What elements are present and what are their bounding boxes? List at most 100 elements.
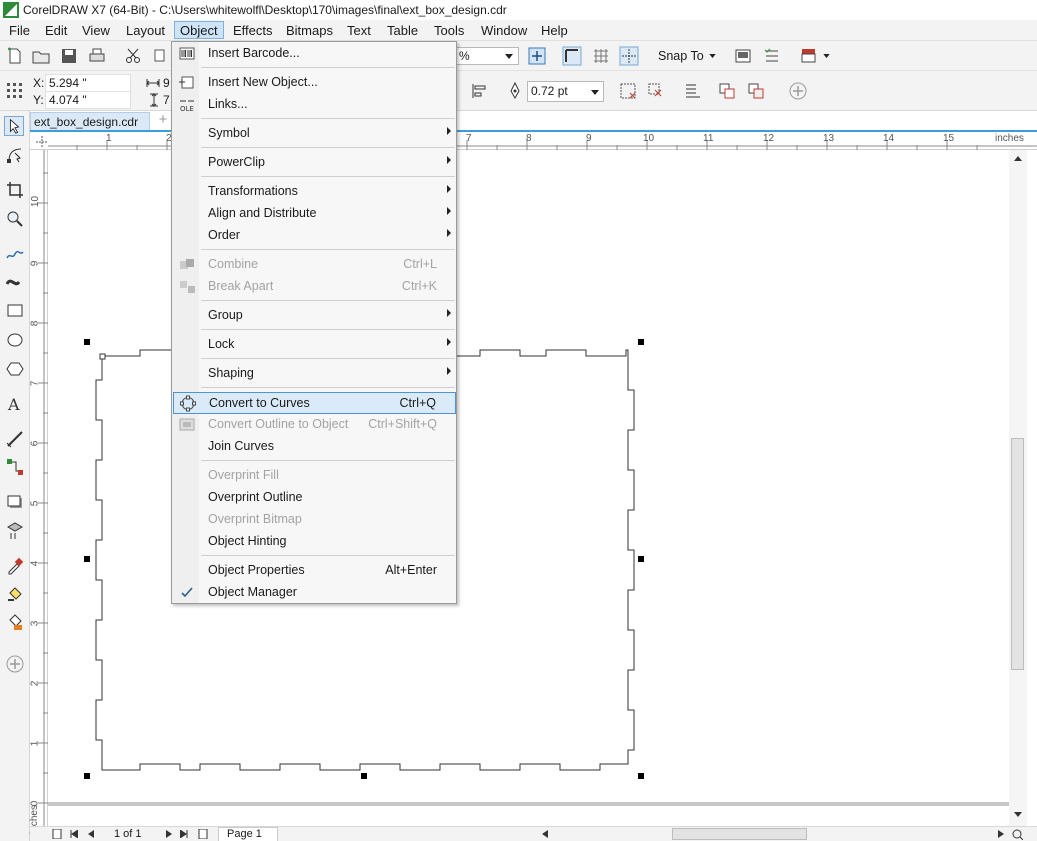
- zoom-fit-icon[interactable]: [527, 46, 547, 66]
- vertical-ruler[interactable]: 10 9 8 7 6 5 4 3 2 1 0 inches: [29, 150, 48, 834]
- polygon-tool-icon[interactable]: [5, 359, 25, 379]
- chevron-down-icon[interactable]: [505, 54, 513, 59]
- horizontal-scroll-thumb[interactable]: [672, 828, 807, 840]
- parallel-dimension-icon[interactable]: [5, 429, 25, 449]
- scroll-left-icon[interactable]: [542, 830, 548, 838]
- document-tab[interactable]: ext_box_design.cdr: [30, 112, 150, 131]
- menu-item-links[interactable]: OLE Links...: [173, 94, 456, 115]
- prev-page-icon[interactable]: [88, 830, 94, 838]
- menu-item-powerclip[interactable]: PowerClip: [173, 152, 456, 173]
- menu-item-combine[interactable]: Combine Ctrl+L: [173, 254, 456, 275]
- ruler-origin-icon[interactable]: [36, 136, 48, 148]
- open-folder-icon[interactable]: [31, 46, 51, 66]
- shape-tool-icon[interactable]: [5, 145, 25, 165]
- menu-item-join-curves[interactable]: Join Curves: [173, 436, 456, 457]
- menu-object[interactable]: Object: [174, 21, 224, 39]
- trim-icon[interactable]: [746, 81, 766, 101]
- menu-item-overprint-fill[interactable]: Overprint Fill: [173, 465, 456, 486]
- grid-toggle-icon[interactable]: [591, 46, 611, 66]
- navigator-icon[interactable]: [1012, 829, 1023, 840]
- menu-item-insert-barcode[interactable]: Insert Barcode...: [173, 43, 456, 64]
- chevron-down-icon[interactable]: [709, 54, 716, 58]
- freehand-tool-icon[interactable]: [5, 244, 25, 264]
- menu-window[interactable]: Window: [476, 22, 532, 40]
- x-position-field[interactable]: 5.294 ": [45, 74, 131, 92]
- add-page-icon[interactable]: [52, 829, 62, 839]
- add-tool-icon[interactable]: [5, 654, 25, 674]
- page-tab[interactable]: Page 1: [218, 827, 278, 841]
- wrap-text-icon[interactable]: [618, 81, 638, 101]
- cut-icon[interactable]: [123, 46, 143, 66]
- weld-icon[interactable]: [717, 81, 737, 101]
- zoom-tool-icon[interactable]: [5, 209, 25, 229]
- scroll-down-icon[interactable]: [1014, 812, 1022, 817]
- menu-edit[interactable]: Edit: [40, 22, 72, 40]
- menu-table[interactable]: Table: [382, 22, 423, 40]
- object-origin-icon[interactable]: [5, 81, 25, 101]
- height-field[interactable]: 7: [163, 93, 170, 107]
- guidelines-toggle-icon[interactable]: [619, 46, 639, 66]
- artistic-media-icon[interactable]: [5, 272, 25, 292]
- menu-item-insert-new-object[interactable]: Insert New Object...: [173, 72, 456, 93]
- chevron-down-icon[interactable]: [591, 90, 599, 95]
- menu-item-break-apart[interactable]: Break Apart Ctrl+K: [173, 276, 456, 297]
- menu-item-object-properties[interactable]: Object Properties Alt+Enter: [173, 560, 456, 581]
- menu-item-convert-to-curves[interactable]: Convert to Curves Ctrl+Q: [173, 392, 456, 414]
- menu-item-align-distribute[interactable]: Align and Distribute: [173, 203, 456, 224]
- pick-tool-icon[interactable]: [4, 116, 24, 136]
- scroll-thumb[interactable]: [1011, 438, 1024, 670]
- print-icon[interactable]: [87, 46, 107, 66]
- align-distribute-icon[interactable]: [470, 81, 490, 101]
- menu-item-symbol[interactable]: Symbol: [173, 123, 456, 144]
- menu-bitmaps[interactable]: Bitmaps: [281, 22, 338, 40]
- launch-app-icon[interactable]: [799, 46, 819, 66]
- add-tab-button[interactable]: +: [154, 112, 172, 130]
- width-field[interactable]: 9: [163, 76, 170, 90]
- menu-item-object-hinting[interactable]: Object Hinting: [173, 531, 456, 552]
- smart-fill-icon[interactable]: [5, 612, 25, 632]
- save-icon[interactable]: [59, 46, 79, 66]
- menu-item-convert-outline[interactable]: Convert Outline to Object Ctrl+Shift+Q: [173, 414, 456, 435]
- add-page-after-icon[interactable]: [198, 829, 208, 839]
- next-page-icon[interactable]: [166, 830, 172, 838]
- connector-tool-icon[interactable]: [5, 457, 25, 477]
- text-tool-icon[interactable]: A: [5, 394, 25, 414]
- menu-item-shaping[interactable]: Shaping: [173, 363, 456, 384]
- scroll-up-icon[interactable]: [1014, 156, 1022, 161]
- menu-text[interactable]: Text: [342, 22, 376, 40]
- new-document-icon[interactable]: [5, 46, 25, 66]
- menu-item-object-manager[interactable]: Object Manager: [173, 582, 456, 603]
- vertical-scrollbar[interactable]: [1009, 150, 1027, 826]
- ellipse-tool-icon[interactable]: [5, 330, 25, 350]
- wrap-paragraph-icon[interactable]: [646, 81, 666, 101]
- menu-tools[interactable]: Tools: [429, 22, 469, 40]
- snap-to-button[interactable]: Snap To: [658, 49, 704, 63]
- menu-item-overprint-bitmap[interactable]: Overprint Bitmap: [173, 509, 456, 530]
- y-position-field[interactable]: 4.074 ": [45, 91, 131, 109]
- menu-file[interactable]: File: [4, 22, 35, 40]
- menu-item-overprint-outline[interactable]: Overprint Outline: [173, 487, 456, 508]
- menu-view[interactable]: View: [77, 22, 115, 40]
- menu-effects[interactable]: Effects: [228, 22, 278, 40]
- eyedropper-icon[interactable]: [5, 556, 25, 576]
- crop-tool-icon[interactable]: [5, 180, 25, 200]
- rectangle-tool-icon[interactable]: [5, 301, 25, 321]
- welcome-screen-icon[interactable]: [733, 46, 753, 66]
- copy-icon[interactable]: [151, 46, 171, 66]
- last-page-icon[interactable]: [180, 830, 188, 838]
- menu-layout[interactable]: Layout: [121, 22, 170, 40]
- add-property-icon[interactable]: [788, 81, 808, 101]
- menu-item-lock[interactable]: Lock: [173, 334, 456, 355]
- first-page-icon[interactable]: [70, 830, 78, 838]
- options-icon[interactable]: [762, 46, 782, 66]
- to-front-icon[interactable]: [683, 81, 703, 101]
- scroll-right-icon[interactable]: [998, 830, 1004, 838]
- transparency-tool-icon[interactable]: [5, 521, 25, 541]
- chevron-down-icon[interactable]: [823, 54, 830, 58]
- menu-help[interactable]: Help: [536, 22, 573, 40]
- menu-item-order[interactable]: Order: [173, 225, 456, 246]
- menu-item-transformations[interactable]: Transformations: [173, 181, 456, 202]
- interactive-fill-icon[interactable]: [5, 584, 25, 604]
- rulers-toggle-icon[interactable]: [562, 46, 582, 66]
- menu-item-group[interactable]: Group: [173, 305, 456, 326]
